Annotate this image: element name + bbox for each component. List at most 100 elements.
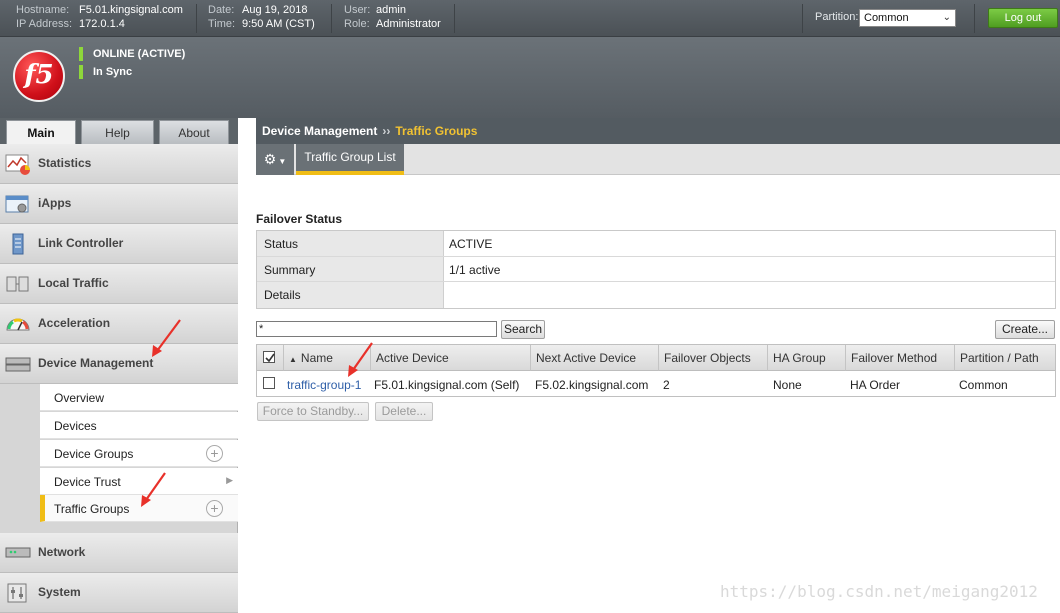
failover-row: Details (257, 282, 1055, 309)
nav-label: System (38, 585, 81, 599)
search-button[interactable]: Search (501, 320, 545, 339)
ip-label: IP Address: (16, 18, 73, 30)
add-icon[interactable]: + (206, 500, 223, 517)
subnav-label: Overview (54, 391, 105, 405)
divider (454, 4, 455, 33)
statistics-icon (5, 154, 30, 175)
subnav-item-device-trust[interactable]: Device Trust ▶ (40, 468, 238, 495)
column-header-partition-path[interactable]: Partition / Path (955, 345, 1055, 371)
breadcrumb: Device Management ›› Traffic Groups (256, 118, 1060, 144)
subnav-item-devices[interactable]: Devices (40, 412, 238, 439)
iapps-icon (5, 195, 29, 213)
subnav-item-device-groups[interactable]: Device Groups + (40, 440, 238, 467)
nav-item-iapps[interactable]: iApps (0, 184, 238, 224)
column-header-ha-group[interactable]: HA Group (768, 345, 846, 371)
nav-label: Network (38, 545, 86, 559)
logout-button[interactable]: Log out (988, 8, 1058, 28)
hostname-label: Hostname: (16, 4, 70, 16)
filter-input[interactable]: * (256, 321, 497, 337)
failover-status-title: Failover Status (256, 212, 343, 226)
failover-row: Summary 1/1 active (257, 256, 1055, 283)
select-all-checkbox[interactable] (263, 351, 275, 363)
subnav-item-overview[interactable]: Overview (40, 384, 238, 411)
role-label: Role: (344, 18, 370, 30)
row-checkbox[interactable] (263, 377, 275, 389)
tab-help[interactable]: Help (81, 120, 154, 144)
create-button[interactable]: Create... (995, 320, 1055, 339)
nav-item-device-management[interactable]: Device Management (0, 344, 238, 384)
time-value: 9:50 AM (CST) (242, 18, 315, 30)
nav-item-local-traffic[interactable]: Local Traffic (0, 264, 238, 304)
column-header-failover-method[interactable]: Failover Method (846, 345, 955, 371)
column-header-name[interactable]: ▲ Name (284, 345, 371, 371)
local-traffic-icon (6, 276, 29, 292)
failover-key: Status (257, 231, 444, 256)
host-info: Hostname: F5.01.kingsignal.com IP Address… (16, 3, 183, 31)
partition-select-value: Common (864, 12, 909, 24)
partition-select[interactable]: Common ⌄ (859, 9, 956, 27)
header-banner: f5 ONLINE (ACTIVE) In Sync (0, 37, 1060, 118)
f5-logo: f5 (13, 50, 65, 102)
add-icon[interactable]: + (206, 445, 223, 462)
column-header-next-active-device[interactable]: Next Active Device (531, 345, 659, 371)
user-value: admin (376, 4, 406, 16)
network-icon (5, 547, 31, 558)
nav-label: iApps (38, 196, 72, 210)
nav-label: Link Controller (38, 236, 124, 250)
column-header-label: Name (300, 351, 333, 365)
divider (974, 4, 975, 33)
cell-partition: Common (959, 378, 1008, 392)
tab-about[interactable]: About (159, 120, 229, 144)
column-header-active-device[interactable]: Active Device (371, 345, 531, 371)
nav-item-system[interactable]: System (0, 573, 238, 613)
sub-tab-bar: ⚙ ▼ Traffic Group List (256, 144, 1060, 175)
sort-ascending-icon: ▲ (289, 355, 297, 364)
checkmark-icon (265, 353, 275, 363)
nav-item-link-controller[interactable]: Link Controller (0, 224, 238, 264)
chevron-right-icon: ▶ (226, 475, 233, 485)
breadcrumb-section[interactable]: Device Management (262, 124, 377, 138)
failover-key: Details (257, 282, 444, 309)
select-all-header[interactable] (257, 345, 284, 371)
failover-status-table: Status ACTIVE Summary 1/1 active Details (256, 230, 1056, 310)
breadcrumb-current: Traffic Groups (395, 124, 478, 138)
nav-label: Device Management (38, 356, 154, 370)
nav-item-network[interactable]: Network (0, 533, 238, 573)
ip-value: 172.0.1.4 (79, 18, 125, 30)
divider (196, 4, 197, 33)
cell-failover-method: HA Order (850, 378, 901, 392)
column-header-failover-objects[interactable]: Failover Objects (659, 345, 768, 371)
device-status: ONLINE (ACTIVE) (79, 47, 185, 61)
breadcrumb-separator: ›› (382, 124, 391, 138)
settings-menu-button[interactable]: ⚙ ▼ (256, 144, 294, 175)
left-navigation: Statistics iApps Link Controller Local T… (0, 144, 238, 613)
traffic-group-link[interactable]: traffic-group-1 (284, 372, 371, 397)
cell-ha-group: None (773, 378, 802, 392)
force-to-standby-button[interactable]: Force to Standby... (257, 402, 369, 421)
subnav-label: Traffic Groups (54, 502, 130, 516)
failover-key: Summary (257, 256, 444, 282)
failover-row: Status ACTIVE (257, 231, 1055, 257)
failover-value: 1/1 active (449, 262, 501, 277)
date-value: Aug 19, 2018 (242, 4, 308, 16)
partition-label: Partition: (815, 11, 859, 23)
delete-button[interactable]: Delete... (375, 402, 433, 421)
link-controller-icon (12, 233, 24, 255)
nav-tab-bar: Main Help About (0, 118, 238, 145)
tab-main[interactable]: Main (6, 120, 76, 145)
device-management-icon (5, 357, 31, 372)
chevron-down-icon: ⌄ (942, 12, 951, 23)
tab-traffic-group-list[interactable]: Traffic Group List (296, 144, 404, 175)
hostname-value: F5.01.kingsignal.com (79, 4, 183, 16)
subnav-item-traffic-groups[interactable]: Traffic Groups + (40, 495, 238, 522)
subnav-label: Device Trust (54, 475, 121, 489)
cell-failover-objects: 2 (663, 378, 670, 392)
nav-label: Acceleration (38, 316, 111, 330)
date-label: Date: (208, 4, 235, 16)
nav-item-acceleration[interactable]: Acceleration (0, 304, 238, 344)
sync-status: In Sync (79, 65, 132, 79)
role-value: Administrator (376, 18, 441, 30)
nav-item-statistics[interactable]: Statistics (0, 144, 238, 184)
traffic-group-table: ▲ Name Active Device Next Active Device F… (256, 344, 1056, 397)
user-info: User: admin Role: Administrator (344, 3, 441, 31)
